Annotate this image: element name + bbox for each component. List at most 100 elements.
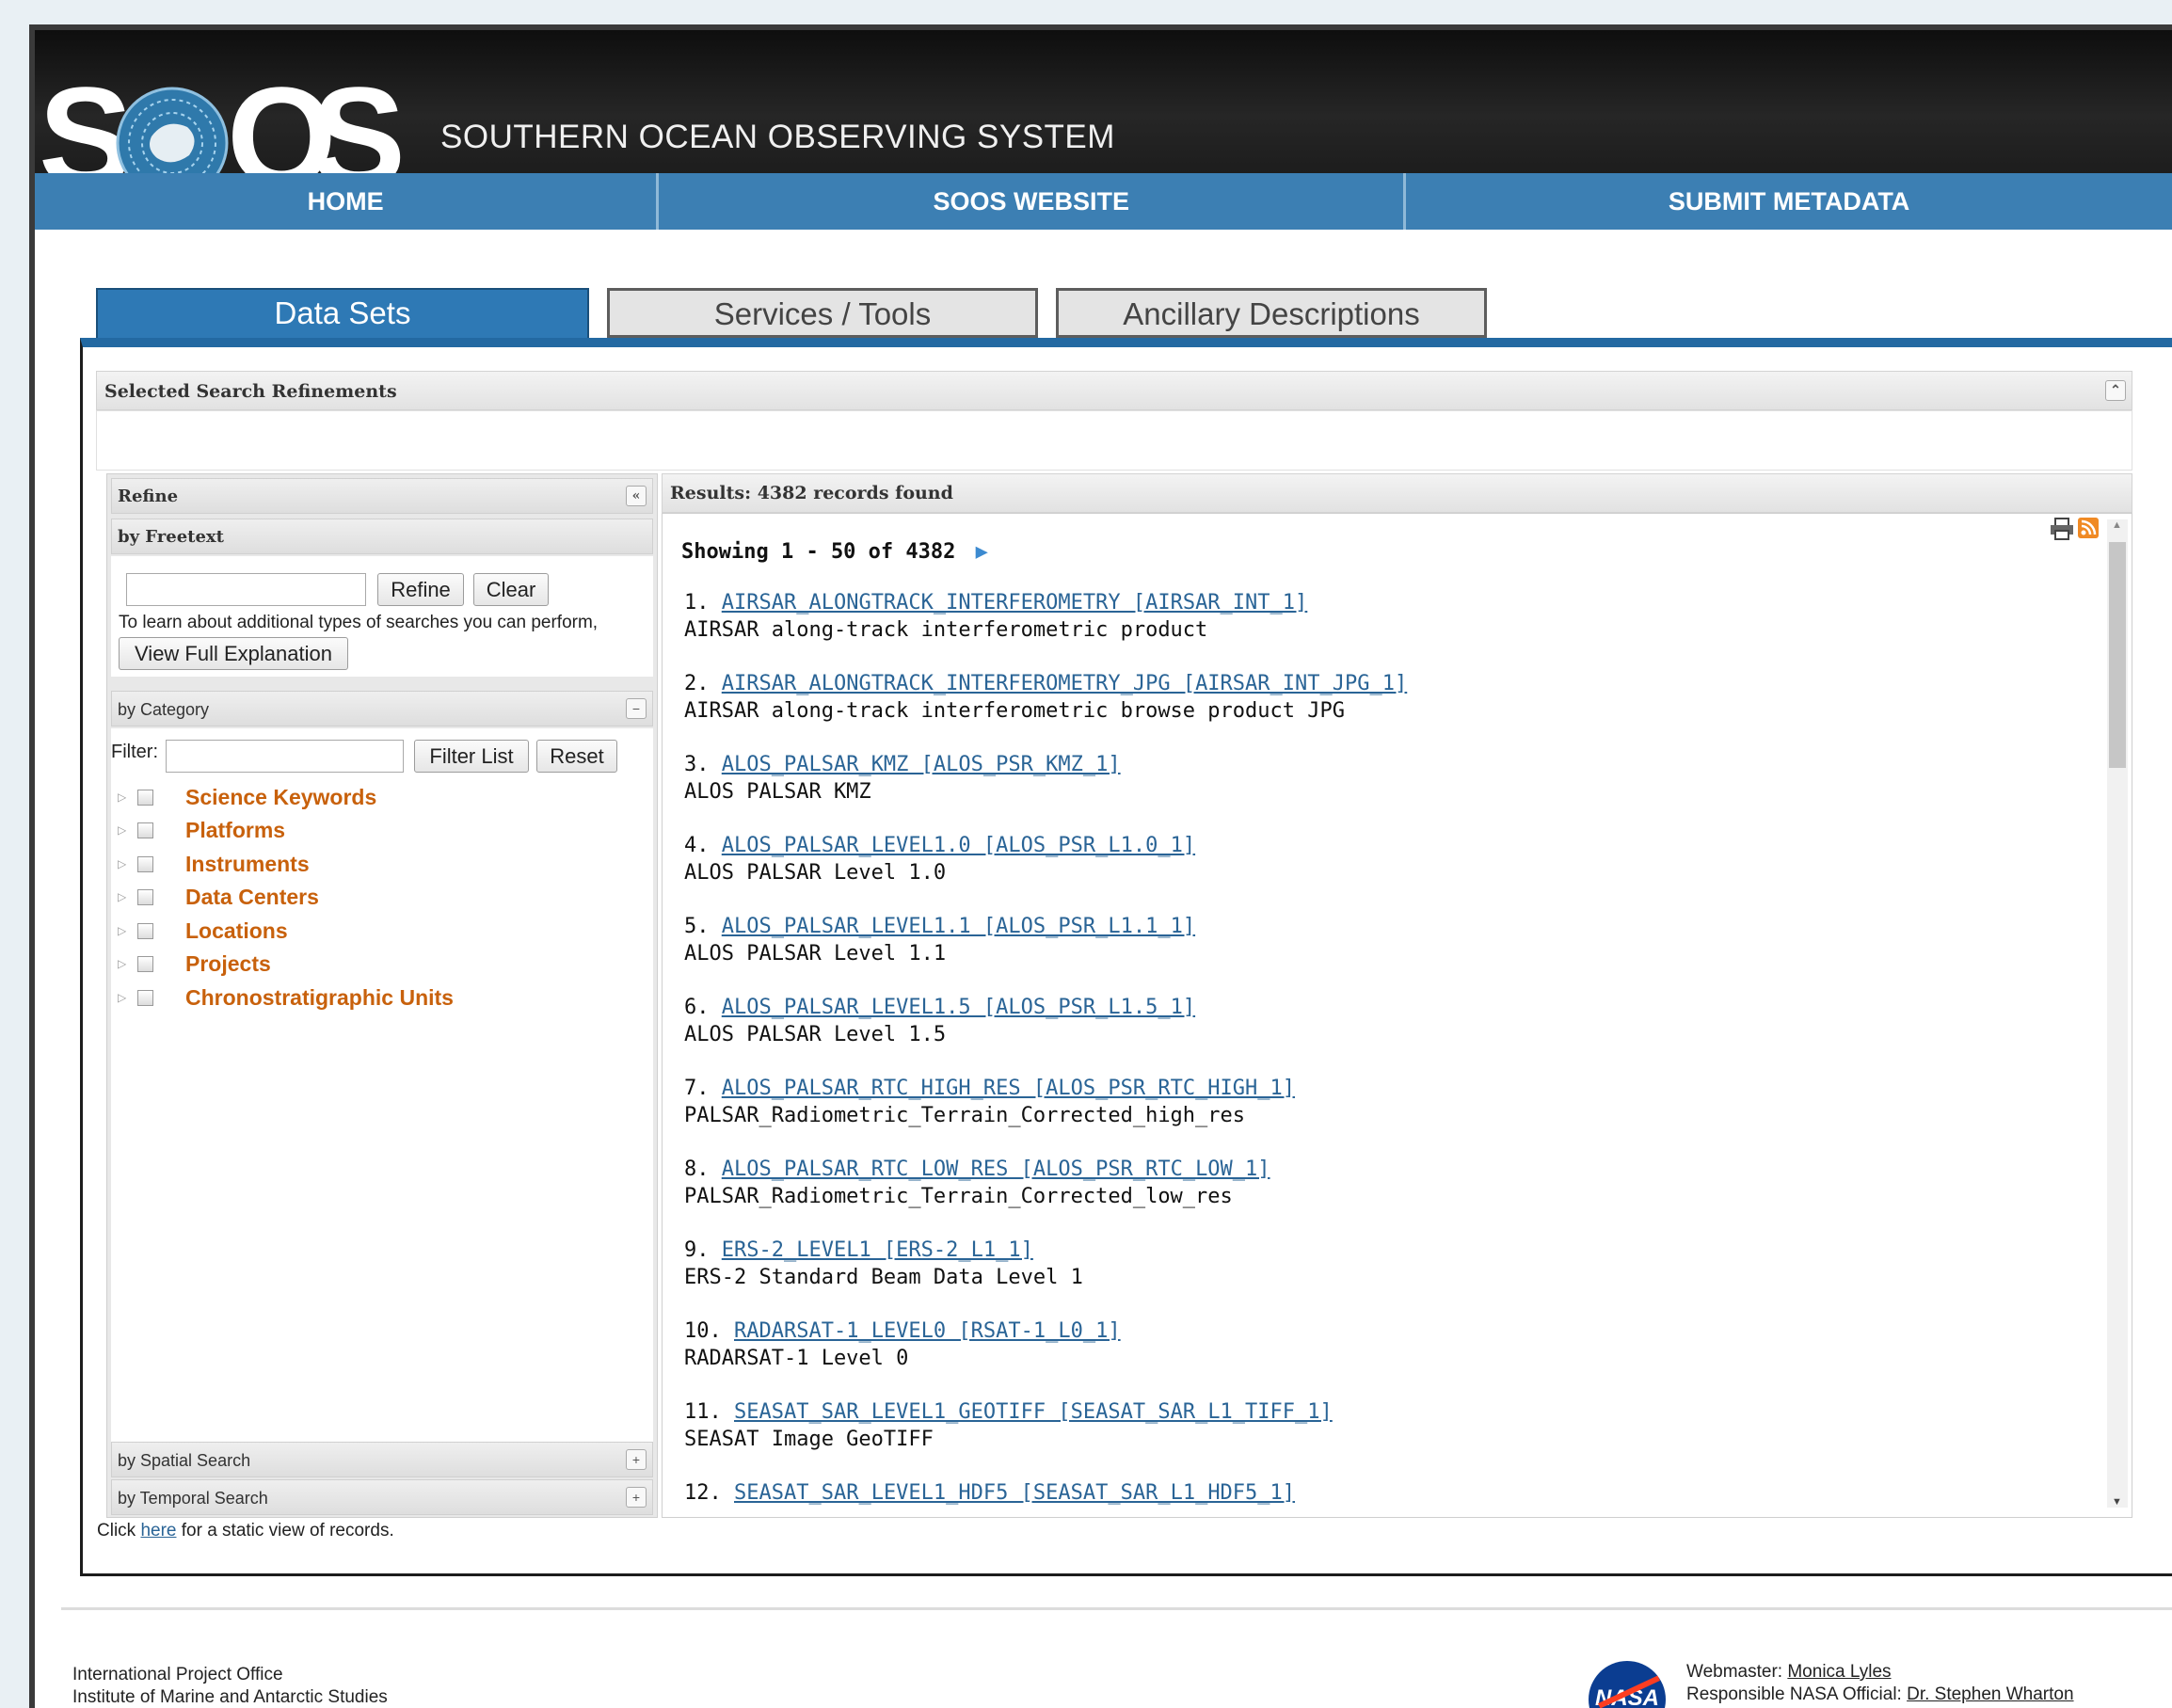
record-link[interactable]: SEASAT_SAR_LEVEL1_HDF5 [SEASAT_SAR_L1_HD… <box>734 1481 1295 1505</box>
category-label[interactable]: Data Centers <box>185 885 319 910</box>
category-label[interactable]: Instruments <box>185 852 310 877</box>
expand-triangle-icon[interactable]: ▷ <box>118 790 135 804</box>
category-projects[interactable]: ▷ Projects <box>118 950 271 978</box>
record-number: 10. <box>684 1319 722 1343</box>
reset-button[interactable]: Reset <box>536 740 617 773</box>
category-checkbox[interactable] <box>137 789 153 806</box>
record-number: 3. <box>684 753 710 776</box>
expand-triangle-icon[interactable]: ▷ <box>118 857 135 870</box>
expand-triangle-icon[interactable]: ▷ <box>118 890 135 903</box>
spatial-search-title: by Spatial Search <box>118 1451 251 1470</box>
record-description: ALOS PALSAR Level 1.5 <box>684 1023 947 1046</box>
category-checkbox[interactable] <box>137 888 153 905</box>
scroll-down-icon[interactable]: ▼ <box>2112 1496 2122 1508</box>
static-view-suffix: for a static view of records. <box>176 1521 394 1540</box>
showing-text: Showing 1 - 50 of 4382 <box>681 540 956 564</box>
record-description: ALOS PALSAR Level 1.0 <box>684 861 947 885</box>
category-checkbox[interactable] <box>137 955 153 972</box>
next-page-icon[interactable]: ▶ <box>976 540 988 564</box>
record-link[interactable]: ALOS_PALSAR_LEVEL1.1 [ALOS_PSR_L1.1_1] <box>722 915 1195 938</box>
official-link[interactable]: Dr. Stephen Wharton <box>1907 1684 2073 1704</box>
record-link[interactable]: AIRSAR_ALONGTRACK_INTERFEROMETRY [AIRSAR… <box>722 591 1308 615</box>
results-scrollbar[interactable]: ▲ ▼ <box>2107 519 2128 1508</box>
category-instruments[interactable]: ▷ Instruments <box>118 850 310 878</box>
record-link[interactable]: SEASAT_SAR_LEVEL1_GEOTIFF [SEASAT_SAR_L1… <box>734 1400 1333 1424</box>
record-link[interactable]: ALOS_PALSAR_RTC_LOW_RES [ALOS_PSR_RTC_LO… <box>722 1157 1270 1181</box>
footer-divider <box>61 1607 2172 1610</box>
category-label[interactable]: Platforms <box>185 818 285 843</box>
plus-icon[interactable]: + <box>626 1487 647 1508</box>
list-item: 10. RADARSAT-1_LEVEL0 [RSAT-1_L0_1] RADAR… <box>684 1319 1121 1370</box>
refine-button[interactable]: Refine <box>377 573 464 606</box>
freetext-input[interactable] <box>126 573 366 606</box>
category-label[interactable]: Chronostratigraphic Units <box>185 985 454 1011</box>
plus-icon[interactable]: + <box>626 1449 647 1470</box>
list-item: 7. ALOS_PALSAR_RTC_HIGH_RES [ALOS_PSR_RT… <box>684 1077 1295 1127</box>
clear-button[interactable]: Clear <box>473 573 549 606</box>
category-checkbox[interactable] <box>137 855 153 872</box>
category-label[interactable]: Locations <box>185 918 288 944</box>
expand-triangle-icon[interactable]: ▷ <box>118 823 135 837</box>
collapse-left-icon[interactable]: « <box>626 486 647 506</box>
category-checkbox[interactable] <box>137 989 153 1006</box>
tab-ancillary-descriptions[interactable]: Ancillary Descriptions <box>1056 288 1487 338</box>
refine-title: Refine <box>118 487 179 506</box>
list-item: 3. ALOS_PALSAR_KMZ [ALOS_PSR_KMZ_1] ALOS … <box>684 753 1121 804</box>
category-data-centers[interactable]: ▷ Data Centers <box>118 883 319 911</box>
webmaster-link[interactable]: Monica Lyles <box>1787 1662 1891 1682</box>
record-description: PALSAR_Radiometric_Terrain_Corrected_hig… <box>684 1104 1246 1127</box>
site-title: SOUTHERN OCEAN OBSERVING SYSTEM <box>440 119 1115 155</box>
record-link[interactable]: ALOS_PALSAR_LEVEL1.5 [ALOS_PSR_L1.5_1] <box>722 996 1195 1019</box>
nav-home[interactable]: HOME <box>35 173 660 230</box>
nav-submit-metadata[interactable]: SUBMIT METADATA <box>1406 173 2172 230</box>
footer-credits: Webmaster: Monica Lyles Responsible NASA… <box>1686 1661 2074 1706</box>
expand-triangle-icon[interactable]: ▷ <box>118 924 135 937</box>
record-link[interactable]: ERS-2_LEVEL1 [ERS-2_L1_1] <box>722 1238 1033 1262</box>
nasa-logo[interactable]: NASA <box>1589 1661 1666 1708</box>
category-checkbox[interactable] <box>137 922 153 939</box>
selected-refinements-header: Selected Search Refinements ⌃ <box>96 371 2132 410</box>
spatial-search-header[interactable]: by Spatial Search + <box>111 1442 653 1477</box>
record-link[interactable]: ALOS_PALSAR_RTC_HIGH_RES [ALOS_PSR_RTC_H… <box>722 1077 1295 1100</box>
expand-triangle-icon[interactable]: ▷ <box>118 991 135 1004</box>
category-filter-input[interactable] <box>166 740 404 773</box>
freetext-hint: To learn about additional types of searc… <box>119 613 599 632</box>
list-item: 6. ALOS_PALSAR_LEVEL1.5 [ALOS_PSR_L1.5_1… <box>684 996 1195 1046</box>
nav-soos-website[interactable]: SOOS WEBSITE <box>659 173 1407 230</box>
collapse-up-icon[interactable]: ⌃ <box>2105 380 2126 401</box>
static-view-link[interactable]: here <box>140 1521 176 1540</box>
category-checkbox[interactable] <box>137 822 153 838</box>
category-science-keywords[interactable]: ▷ Science Keywords <box>118 783 376 811</box>
temporal-search-header[interactable]: by Temporal Search + <box>111 1479 653 1515</box>
minus-icon[interactable]: − <box>626 698 647 719</box>
category-header: by Category − <box>111 691 653 726</box>
temporal-search-title: by Temporal Search <box>118 1489 268 1508</box>
record-number: 7. <box>684 1077 710 1100</box>
category-box: Filter: Filter List Reset ▷ Science Keywo… <box>111 728 653 1446</box>
print-icon[interactable] <box>2050 518 2074 540</box>
expand-triangle-icon[interactable]: ▷ <box>118 957 135 970</box>
filter-list-button[interactable]: Filter List <box>414 740 529 773</box>
scroll-up-icon[interactable]: ▲ <box>2112 519 2122 531</box>
footer-address: International Project Office Institute o… <box>72 1664 388 1708</box>
category-label[interactable]: Science Keywords <box>185 785 376 810</box>
record-link[interactable]: ALOS_PALSAR_LEVEL1.0 [ALOS_PSR_L1.0_1] <box>722 834 1195 857</box>
category-label[interactable]: Projects <box>185 951 271 977</box>
record-link[interactable]: AIRSAR_ALONGTRACK_INTERFEROMETRY_JPG [AI… <box>722 672 1407 695</box>
category-chronostratigraphic-units[interactable]: ▷ Chronostratigraphic Units <box>118 983 454 1012</box>
results-header: Results: 4382 records found <box>662 473 2132 513</box>
scroll-thumb[interactable] <box>2109 542 2126 768</box>
tab-data-sets[interactable]: Data Sets <box>96 288 589 338</box>
rss-icon[interactable] <box>2078 518 2099 538</box>
globe-icon <box>116 87 229 173</box>
category-locations[interactable]: ▷ Locations <box>118 917 288 945</box>
view-full-explanation-button[interactable]: View Full Explanation <box>119 637 348 670</box>
logo-letter-s2: S <box>311 57 407 173</box>
selected-refinements-body <box>96 410 2132 471</box>
record-description: AIRSAR along-track interferometric produ… <box>684 618 1208 642</box>
tab-services-tools[interactable]: Services / Tools <box>607 288 1038 338</box>
category-platforms[interactable]: ▷ Platforms <box>118 816 285 844</box>
record-link[interactable]: ALOS_PALSAR_KMZ [ALOS_PSR_KMZ_1] <box>722 753 1121 776</box>
record-link[interactable]: RADARSAT-1_LEVEL0 [RSAT-1_L0_1] <box>734 1319 1121 1343</box>
list-item: 12. SEASAT_SAR_LEVEL1_HDF5 [SEASAT_SAR_L… <box>684 1481 1295 1508</box>
